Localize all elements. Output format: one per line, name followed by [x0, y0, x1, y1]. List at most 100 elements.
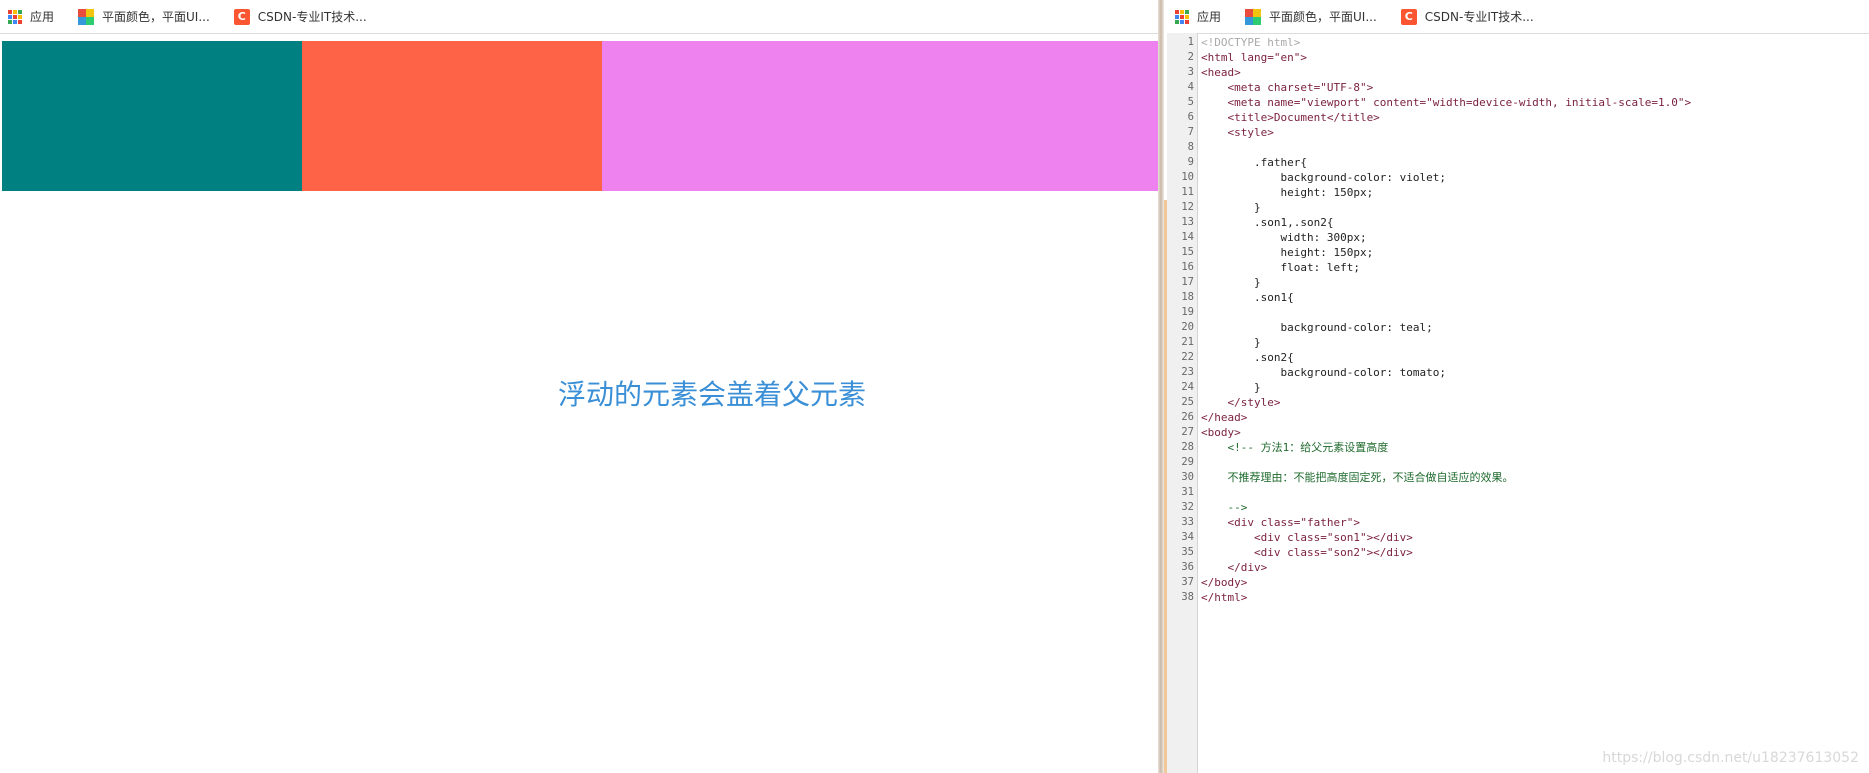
code-text: <!-- 方法1：给父元素设置高度 — [1201, 441, 1389, 454]
code-text: .son1{ — [1201, 291, 1294, 304]
line-number: 35 — [1181, 546, 1194, 558]
bookmark-flat-colors[interactable]: 平面颜色，平面UI... — [1245, 8, 1377, 25]
line-number: 32 — [1181, 501, 1194, 513]
line-number: 16 — [1181, 261, 1194, 273]
line-number: 15 — [1181, 246, 1194, 258]
code-line[interactable]: 9 .father{ — [1167, 155, 1869, 170]
code-line[interactable]: 4 <meta charset="UTF-8"> — [1167, 80, 1869, 95]
code-line[interactable]: 5 <meta name="viewport" content="width=d… — [1167, 95, 1869, 110]
code-text: </html> — [1201, 591, 1248, 604]
code-line[interactable]: 35 <div class="son2"></div> — [1167, 545, 1869, 560]
code-text: <meta charset="UTF-8"> — [1201, 81, 1374, 94]
code-line[interactable]: 28 <!-- 方法1：给父元素设置高度 — [1167, 440, 1869, 455]
code-line[interactable]: 2 <html lang="en"> — [1167, 50, 1869, 65]
code-line[interactable]: 32 --> — [1167, 500, 1869, 515]
line-number: 13 — [1181, 216, 1194, 228]
bookmark-csdn[interactable]: C CSDN-专业IT技术... — [1400, 8, 1534, 25]
code-text: .father{ — [1201, 156, 1307, 169]
line-number: 17 — [1181, 276, 1194, 288]
bookmark-label: 平面颜色，平面UI... — [102, 10, 210, 24]
line-number: 9 — [1187, 156, 1194, 168]
code-line[interactable]: 24 } — [1167, 380, 1869, 395]
code-text: } — [1201, 381, 1261, 394]
code-line[interactable]: 29 — [1167, 455, 1869, 470]
code-line[interactable]: 14 width: 300px; — [1167, 230, 1869, 245]
code-line[interactable]: 8 — [1167, 140, 1869, 155]
code-text: width: 300px; — [1201, 231, 1367, 244]
code-text: <head> — [1201, 66, 1241, 79]
code-text: } — [1201, 201, 1261, 214]
code-area[interactable]: 1 <!DOCTYPE html> 2 <html lang="en"> 3 <head>… — [1167, 35, 1869, 605]
code-line[interactable]: 21 } — [1167, 335, 1869, 350]
line-number: 28 — [1181, 441, 1194, 453]
code-text: <style> — [1201, 126, 1274, 139]
code-line[interactable]: 30 不推荐理由：不能把高度固定死，不适合做自适应的效果。 — [1167, 470, 1869, 485]
code-line[interactable]: 26 </head> — [1167, 410, 1869, 425]
csdn-logo-icon: C — [1400, 8, 1417, 25]
code-line[interactable]: 31 — [1167, 485, 1869, 500]
line-number: 33 — [1181, 516, 1194, 528]
code-line[interactable]: 11 height: 150px; — [1167, 185, 1869, 200]
annotation-text: 浮动的元素会盖着父元素 — [558, 378, 867, 411]
code-text: </head> — [1201, 411, 1248, 424]
line-number: 25 — [1181, 396, 1194, 408]
line-number: 4 — [1187, 81, 1194, 93]
bookmarks-bar: 应用 平面颜色，平面UI... C CSDN-专业IT技术... — [1167, 0, 1869, 34]
code-line[interactable]: 12 } — [1167, 200, 1869, 215]
code-line[interactable]: 6 <title>Document</title> — [1167, 110, 1869, 125]
line-number: 12 — [1181, 201, 1194, 213]
son2-box — [302, 41, 602, 191]
code-line[interactable]: 16 float: left; — [1167, 260, 1869, 275]
bookmark-apps[interactable]: 应用 — [1175, 8, 1221, 25]
code-line[interactable]: 37 </body> — [1167, 575, 1869, 590]
line-number: 22 — [1181, 351, 1194, 363]
line-number: 10 — [1181, 171, 1194, 183]
bookmark-label: 应用 — [1197, 10, 1222, 24]
line-number: 2 — [1187, 51, 1194, 63]
bookmark-apps[interactable]: 应用 — [8, 8, 54, 25]
code-line[interactable]: 22 .son2{ — [1167, 350, 1869, 365]
code-line[interactable]: 25 </style> — [1167, 395, 1869, 410]
code-line[interactable]: 36 </div> — [1167, 560, 1869, 575]
line-number: 8 — [1187, 141, 1194, 153]
code-line[interactable]: 19 — [1167, 305, 1869, 320]
code-text: <div class="son1"></div> — [1201, 531, 1413, 544]
code-line[interactable]: 3 <head> — [1167, 65, 1869, 80]
code-line[interactable]: 27 <body> — [1167, 425, 1869, 440]
code-text: .son2{ — [1201, 351, 1294, 364]
apps-grid-icon — [1175, 9, 1189, 24]
line-number: 31 — [1181, 486, 1194, 498]
code-line[interactable]: 10 background-color: violet; — [1167, 170, 1869, 185]
code-line[interactable]: 13 .son1,.son2{ — [1167, 215, 1869, 230]
line-number: 1 — [1187, 36, 1194, 48]
line-number: 20 — [1181, 321, 1194, 333]
son1-box — [2, 41, 302, 191]
line-number: 11 — [1181, 186, 1194, 198]
bookmark-csdn[interactable]: C CSDN-专业IT技术... — [233, 8, 367, 25]
line-number: 34 — [1181, 531, 1194, 543]
line-number: 36 — [1181, 561, 1194, 573]
code-text: </div> — [1201, 561, 1268, 574]
code-line[interactable]: 34 <div class="son1"></div> — [1167, 530, 1869, 545]
code-line[interactable]: 17 } — [1167, 275, 1869, 290]
line-number: 38 — [1181, 591, 1194, 603]
code-line[interactable]: 33 <div class="father"> — [1167, 515, 1869, 530]
bookmarks-bar: 应用 平面颜色，平面UI... C CSDN-专业IT技术... — [0, 0, 1158, 34]
code-text: <title>Document</title> — [1201, 111, 1380, 124]
code-line[interactable]: 23 background-color: tomato; — [1167, 365, 1869, 380]
code-line[interactable]: 38 </html> — [1167, 590, 1869, 605]
line-number: 29 — [1181, 456, 1194, 468]
code-line[interactable]: 7 <style> — [1167, 125, 1869, 140]
line-number: 18 — [1181, 291, 1194, 303]
bookmark-flat-colors[interactable]: 平面颜色，平面UI... — [78, 8, 210, 25]
code-line[interactable]: 20 background-color: teal; — [1167, 320, 1869, 335]
code-text: background-color: tomato; — [1201, 366, 1447, 379]
line-number: 21 — [1181, 336, 1194, 348]
code-text: <div class="father"> — [1201, 516, 1360, 529]
code-text: <html lang="en"> — [1201, 51, 1307, 64]
code-line[interactable]: 1 <!DOCTYPE html> — [1167, 35, 1869, 50]
line-number: 3 — [1187, 66, 1194, 78]
line-number: 7 — [1187, 126, 1194, 138]
code-line[interactable]: 18 .son1{ — [1167, 290, 1869, 305]
code-line[interactable]: 15 height: 150px; — [1167, 245, 1869, 260]
